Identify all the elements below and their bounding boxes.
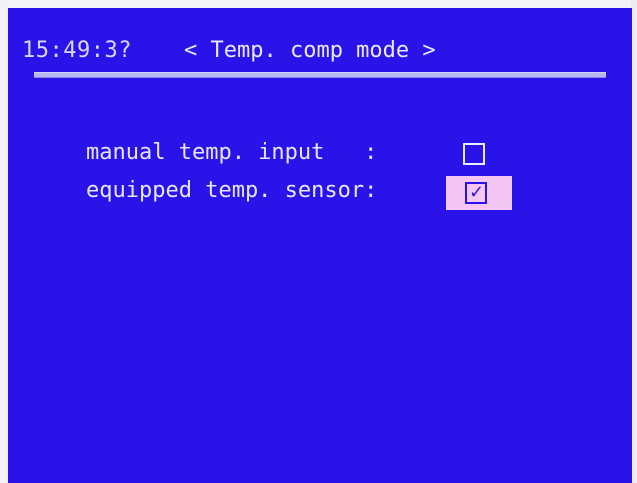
page-title[interactable]: < Temp. comp mode > [184, 38, 436, 63]
checkbox-unchecked-icon[interactable] [463, 143, 485, 165]
checkmark-icon: ✓ [469, 182, 485, 203]
option-equipped-temp-sensor[interactable]: equipped temp. sensor: ✓ [86, 176, 606, 210]
option-label: equipped temp. sensor: [86, 178, 378, 203]
clock-time: 15:49:3? [22, 38, 132, 63]
lcd-screen: 15:49:3? < Temp. comp mode > manual temp… [8, 8, 632, 483]
header-divider [34, 72, 606, 78]
option-manual-temp-input[interactable]: manual temp. input : [86, 138, 606, 172]
option-label: manual temp. input : [86, 140, 378, 165]
header-bar: 15:49:3? < Temp. comp mode > [8, 8, 632, 74]
